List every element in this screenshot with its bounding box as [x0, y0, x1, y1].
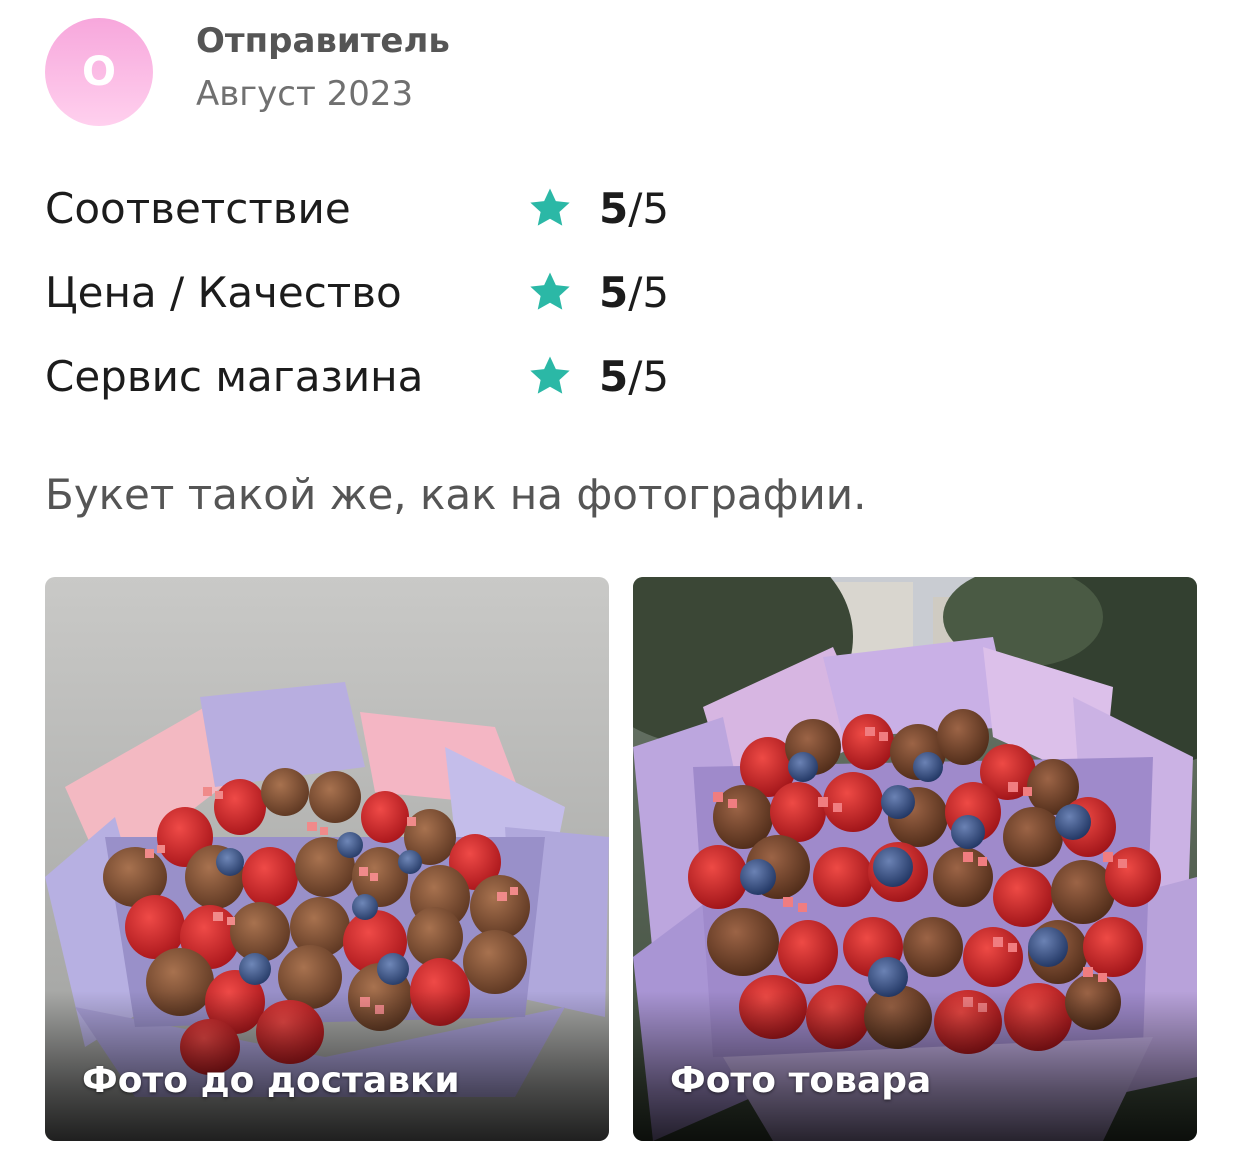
photo-before-delivery[interactable]: Фото до доставки: [45, 577, 609, 1141]
rating-row-price-quality: Цена / Качество 5/5: [45, 250, 669, 334]
rating-label: Соответствие: [45, 183, 351, 233]
rating-score-value: 5: [599, 351, 629, 401]
rating-score-value: 5: [599, 267, 629, 317]
ratings-list: Соответствие 5/5 Цена / Качество 5/5 Сер…: [45, 166, 669, 418]
rating-row-store-service: Сервис магазина 5/5: [45, 334, 669, 418]
rating-label: Цена / Качество: [45, 267, 402, 317]
star-icon: [527, 269, 573, 315]
rating-score-max: /5: [628, 183, 670, 233]
rating-row-match: Соответствие 5/5: [45, 166, 669, 250]
sender-name: Отправитель: [196, 21, 450, 61]
rating-score-max: /5: [628, 267, 670, 317]
photo-caption: Фото товара: [670, 1060, 932, 1101]
avatar-letter: О: [81, 49, 116, 95]
rating-score: 5/5: [599, 184, 669, 233]
photo-product[interactable]: Фото товара: [633, 577, 1197, 1141]
star-icon: [527, 185, 573, 231]
rating-score: 5/5: [599, 268, 669, 317]
rating-score-value: 5: [599, 183, 629, 233]
star-icon: [527, 353, 573, 399]
avatar[interactable]: О: [45, 18, 153, 126]
review-date: Август 2023: [196, 74, 414, 114]
review-photos: Фото до доставки Фото товара: [45, 577, 1197, 1141]
review-text: Букет такой же, как на фотографии.: [45, 470, 867, 519]
rating-label: Сервис магазина: [45, 351, 424, 401]
review-header: О Отправитель Август 2023: [45, 18, 450, 126]
rating-score-max: /5: [628, 351, 670, 401]
photo-caption: Фото до доставки: [82, 1060, 460, 1101]
rating-score: 5/5: [599, 352, 669, 401]
review-meta: Отправитель Август 2023: [196, 16, 450, 122]
